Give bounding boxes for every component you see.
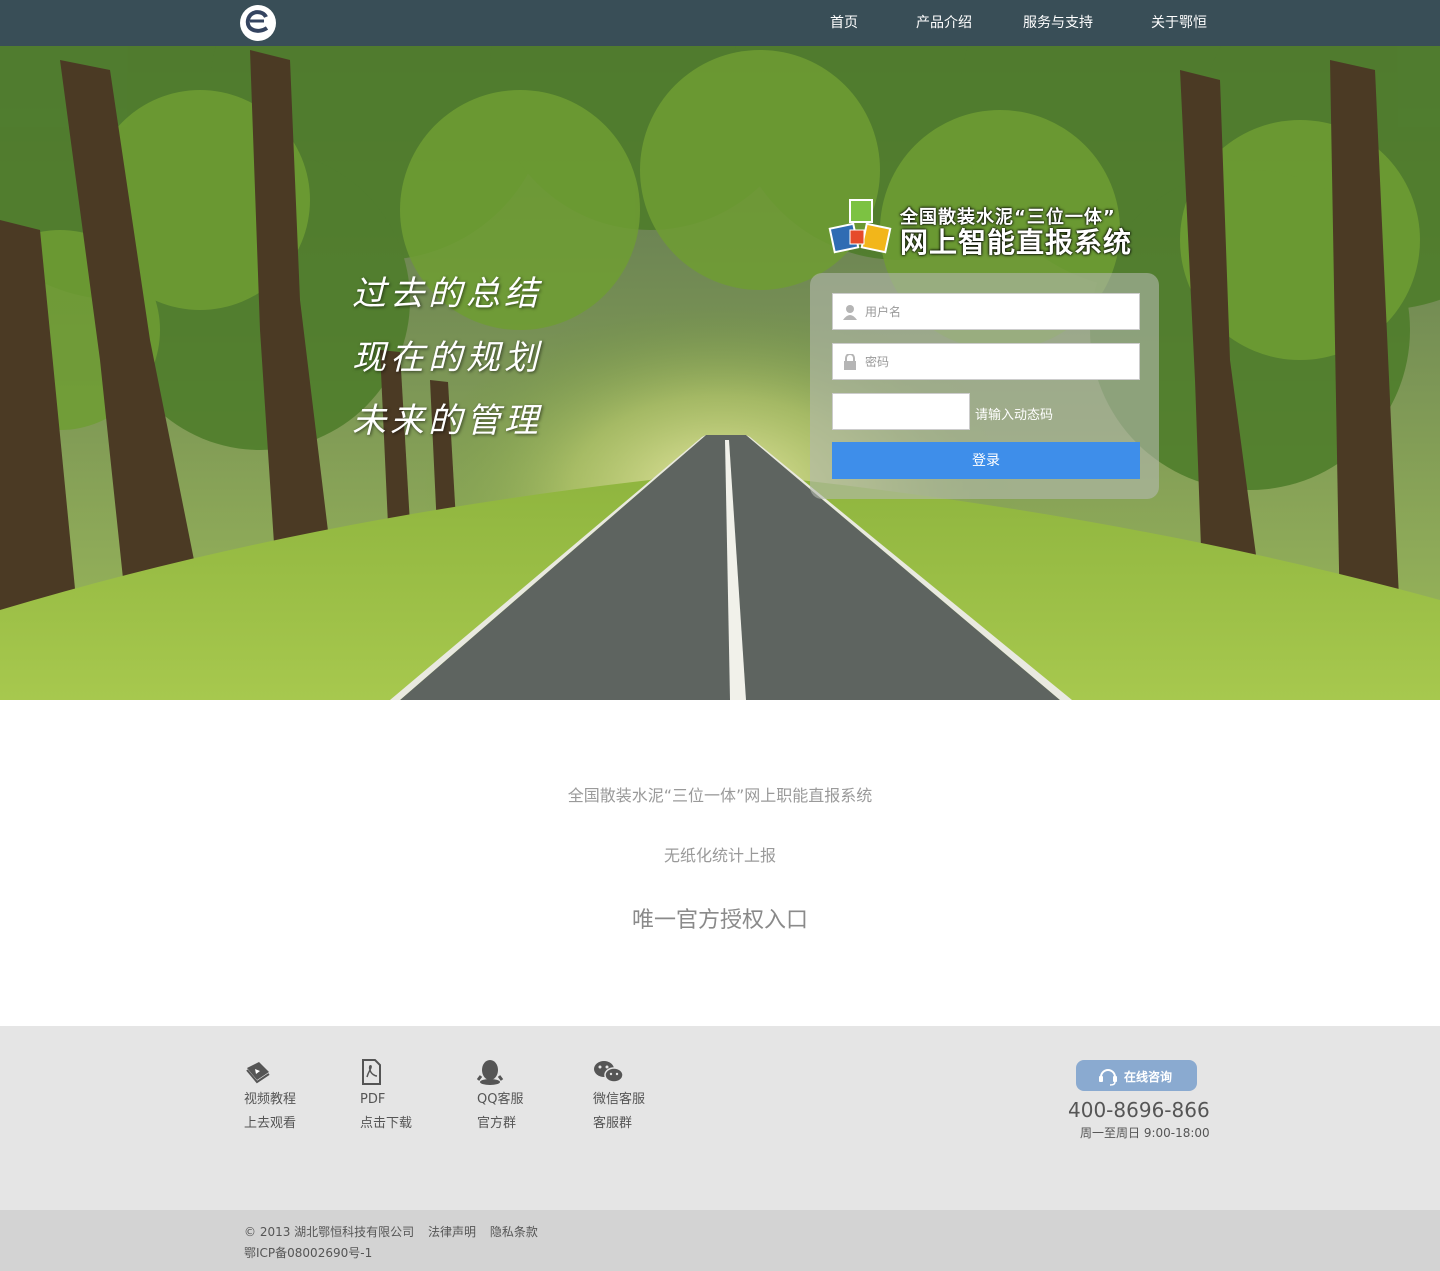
icp-number: 鄂ICP备08002690号-1	[244, 1246, 373, 1260]
intro-paperless: 无纸化统计上报	[663, 846, 776, 865]
footer-qq-sub[interactable]: 官方群	[477, 1112, 523, 1136]
privacy-link[interactable]: 隐私条款	[490, 1225, 538, 1239]
online-consult-label: 在线咨询	[1124, 1070, 1173, 1084]
online-consult-button[interactable]: 在线咨询	[1076, 1060, 1197, 1091]
headset-icon	[1099, 1069, 1117, 1086]
footer-pdf-sub[interactable]: 点击下载	[360, 1112, 412, 1136]
copyright-row: © 2013 湖北鄂恒科技有限公司 法律声明 隐私条款	[244, 1223, 538, 1240]
login-button[interactable]: 登录	[832, 442, 1140, 479]
footer-qq-service[interactable]: QQ客服 官方群	[477, 1058, 523, 1136]
password-field[interactable]	[832, 343, 1140, 380]
dynamic-code-field[interactable]	[832, 393, 970, 430]
intro-official-entry: 唯一官方授权入口	[631, 908, 808, 933]
copyright-text: © 2013 湖北鄂恒科技有限公司	[244, 1225, 415, 1239]
slogan-line-3: 未来的管理	[352, 401, 542, 441]
legal-link[interactable]: 法律声明	[428, 1225, 476, 1239]
dynamic-code-input[interactable]	[833, 394, 969, 429]
wechat-icon	[594, 1061, 624, 1083]
footer-pdf-title: PDF	[360, 1092, 386, 1107]
footer-wechat-service[interactable]: 微信客服 客服群	[593, 1058, 645, 1136]
slogan-line-1: 过去的总结	[352, 274, 542, 314]
qq-icon	[477, 1060, 504, 1085]
nav-about[interactable]: 关于鄂恒	[1151, 0, 1207, 46]
footer-wechat-title: 微信客服	[593, 1092, 646, 1107]
footer-qq-title: QQ客服	[477, 1092, 524, 1107]
footer-pdf[interactable]: PDF 点击下载	[360, 1058, 412, 1136]
top-navbar: 首页 产品介绍 服务与支持 关于鄂恒	[0, 0, 1440, 46]
bottom-bar	[0, 1210, 1440, 1271]
nav-home[interactable]: 首页	[830, 0, 858, 46]
forest-road-illustration	[0, 0, 1440, 700]
login-panel: 请输入动态码 登录	[810, 273, 1159, 499]
slogan-line-2: 现在的规划	[352, 338, 542, 378]
dynamic-code-hint: 请输入动态码	[975, 408, 1054, 423]
hotline-number: 400-8696-866	[1068, 1098, 1210, 1122]
intro-system-name: 全国散装水泥“三位一体”网上职能直报系统	[567, 786, 873, 805]
password-input[interactable]	[865, 344, 1135, 379]
footer-wechat-sub[interactable]: 客服群	[593, 1112, 645, 1136]
footer-video-title: 视频教程	[244, 1092, 297, 1107]
nav-service-support[interactable]: 服务与支持	[1023, 0, 1093, 46]
lock-icon	[844, 354, 856, 370]
username-field[interactable]	[832, 293, 1140, 330]
username-input[interactable]	[865, 294, 1135, 329]
service-hours: 周一至周日 9:00-18:00	[1080, 1126, 1210, 1140]
system-title-line-2: 网上智能直报系统	[900, 226, 1133, 259]
footer-video-sub[interactable]: 上去观看	[244, 1112, 296, 1136]
hero-banner	[0, 0, 1440, 700]
user-icon	[843, 305, 857, 320]
nav-products[interactable]: 产品介绍	[916, 0, 972, 46]
pdf-icon	[362, 1059, 381, 1085]
footer-video-tutorial[interactable]: 视频教程 上去观看	[244, 1058, 296, 1136]
video-book-icon	[246, 1062, 270, 1084]
e-logo-icon[interactable]	[238, 3, 278, 43]
footer	[0, 1026, 1440, 1210]
